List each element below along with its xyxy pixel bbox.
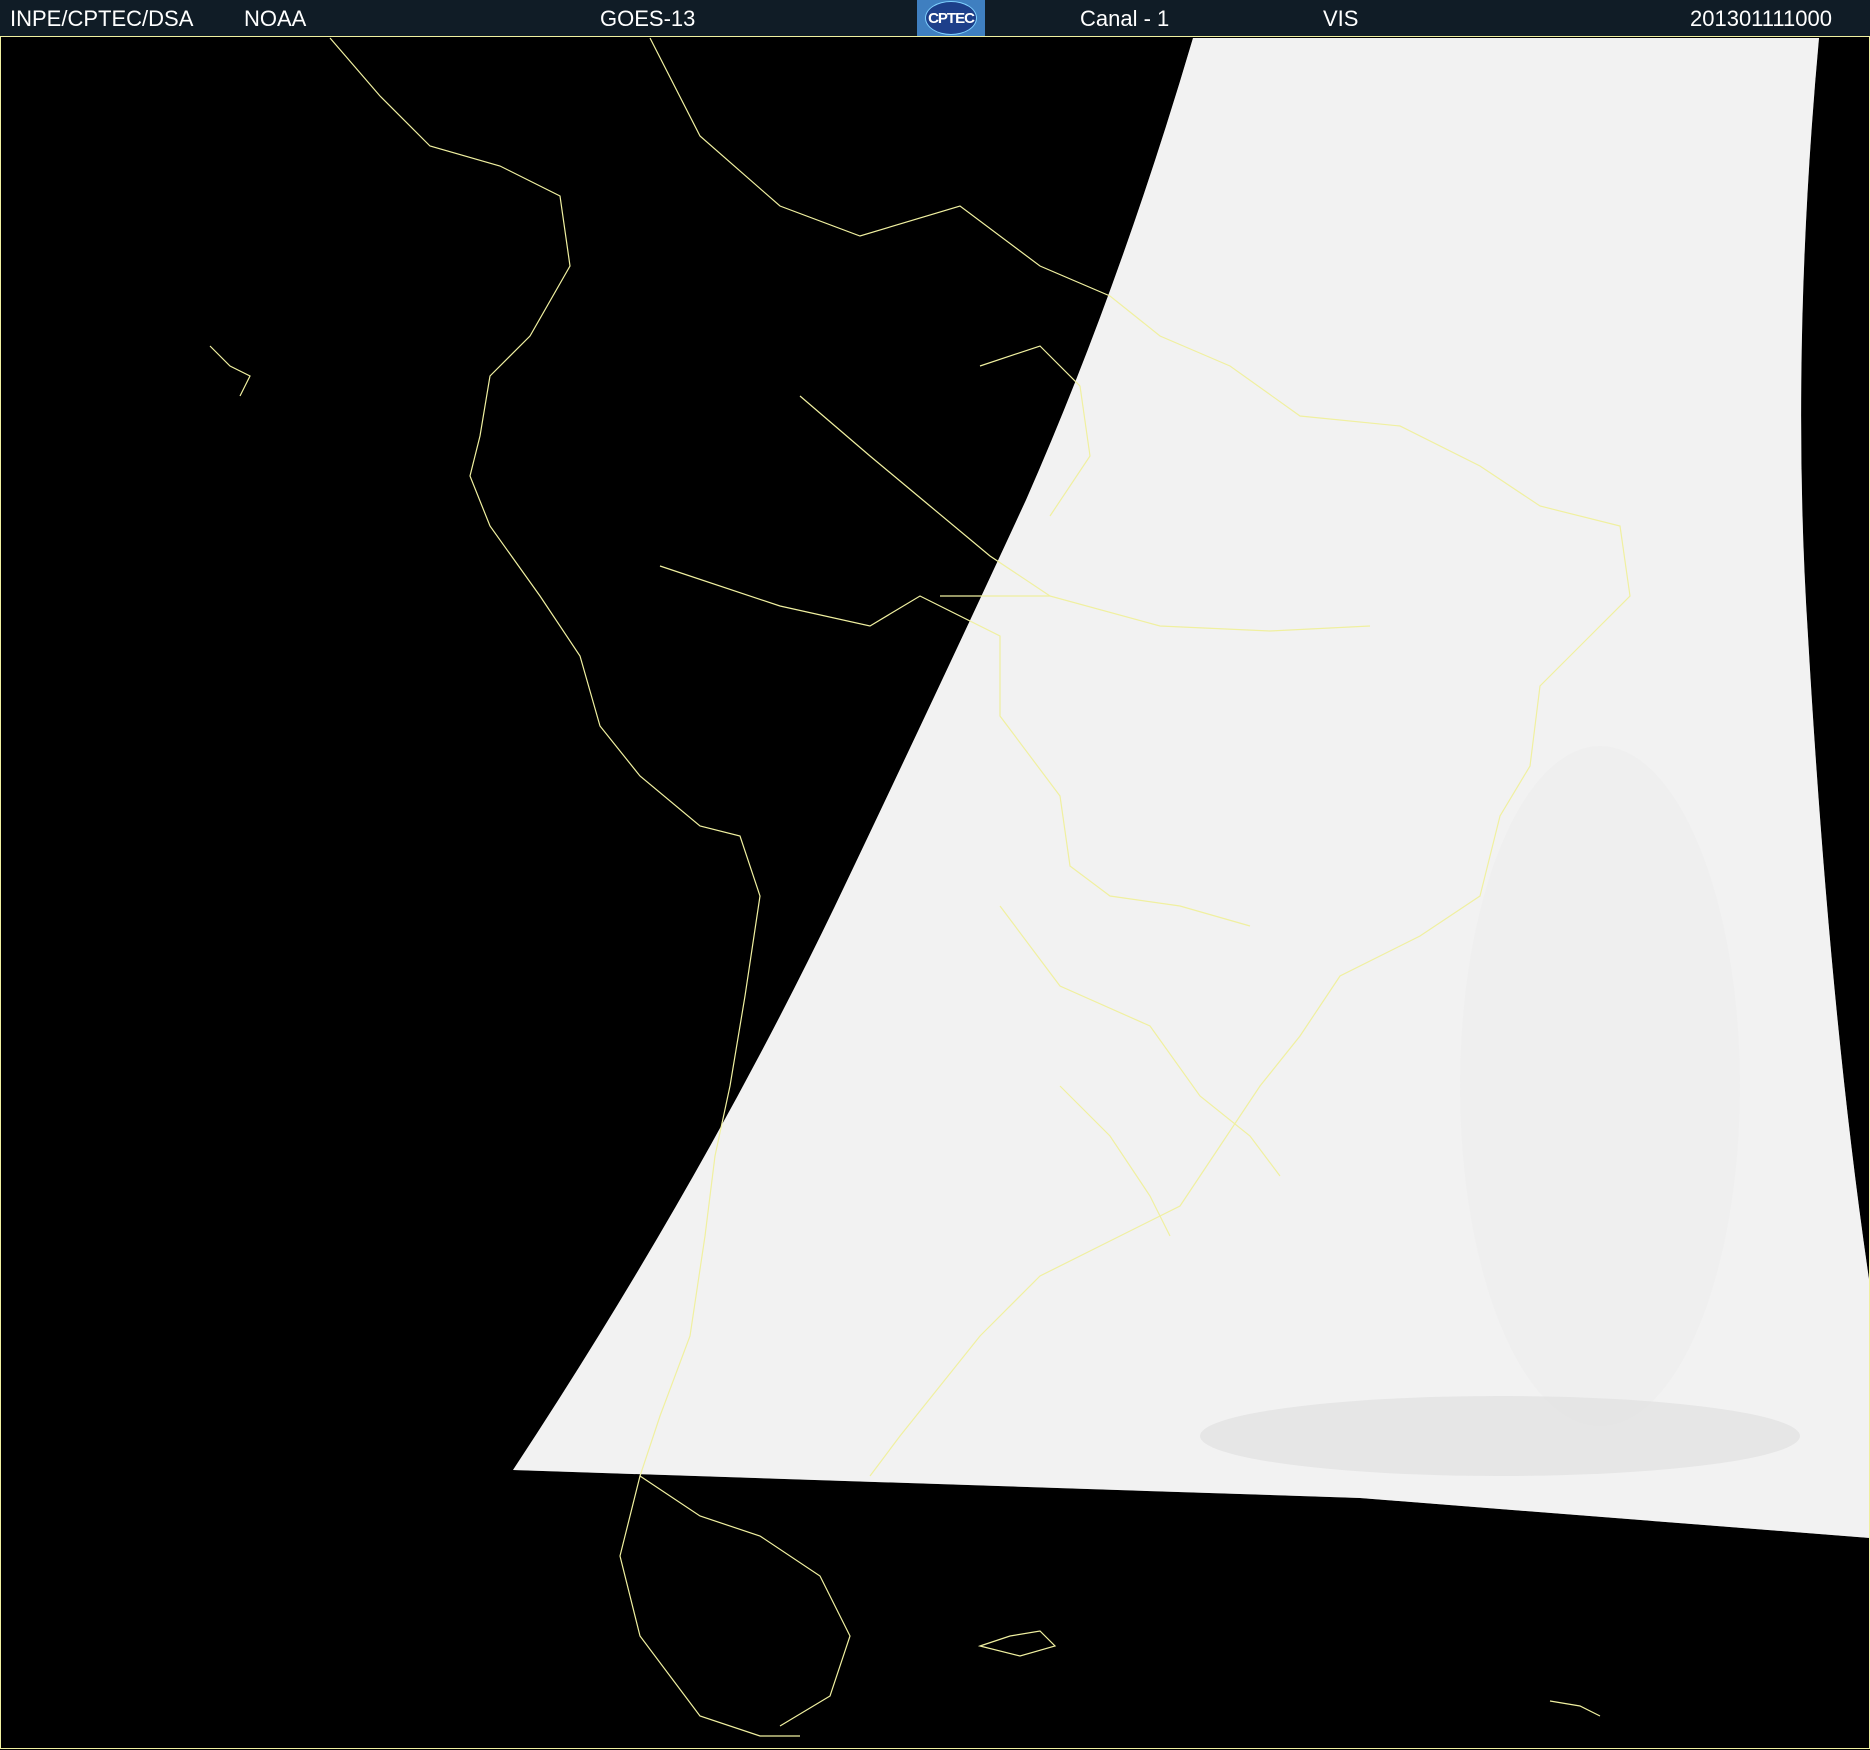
timestamp-label: 201301111000 [1690, 6, 1832, 31]
satellite-label: GOES-13 [600, 6, 696, 31]
image-header: INPE/CPTEC/DSA NOAA GOES-13 CPTEC Canal … [0, 0, 1870, 36]
agency-label: NOAA [244, 6, 307, 31]
cptec-logo: CPTEC [917, 0, 985, 36]
satellite-image [0, 36, 1870, 1750]
band-label: VIS [1323, 6, 1359, 31]
institution-label: INPE/CPTEC/DSA [10, 6, 194, 31]
channel-label: Canal - 1 [1080, 6, 1170, 31]
